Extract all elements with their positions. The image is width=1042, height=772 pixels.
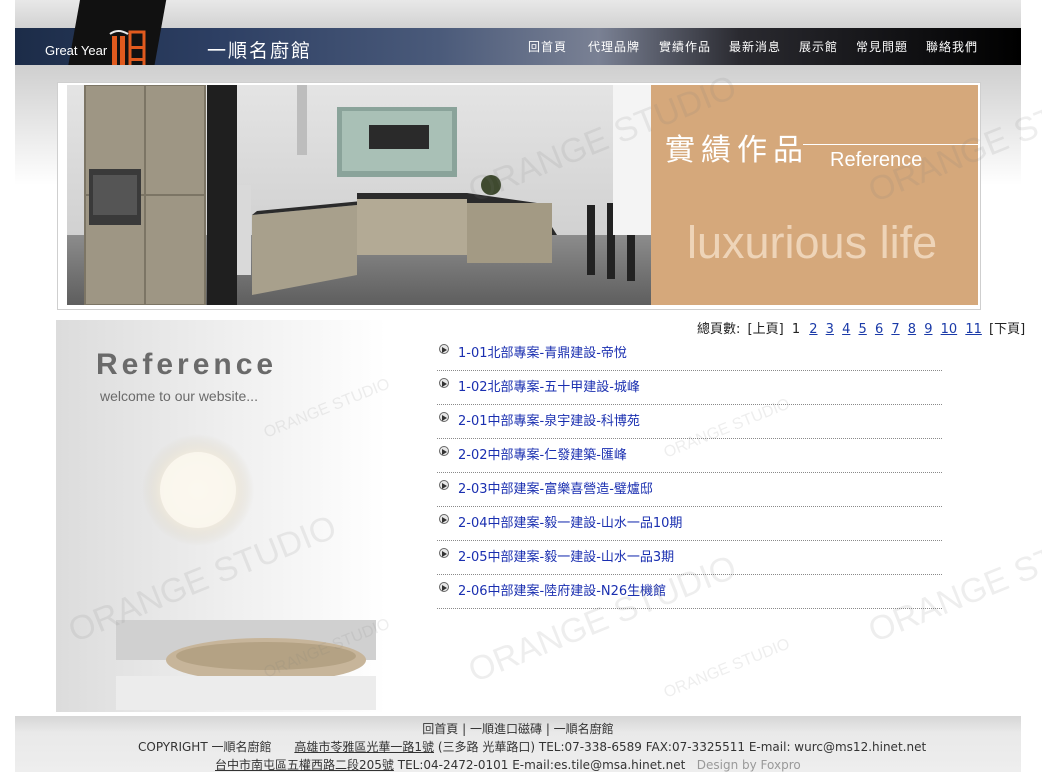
pagination-page[interactable]: 7 — [891, 322, 899, 337]
pagination: 總頁數: [上頁] 1 2 3 4 5 6 7 8 9 10 11 [下頁] — [697, 318, 1026, 337]
footer-contact-1: TEL:07-338-6589 FAX:07-3325511 E-mail: w… — [538, 740, 927, 754]
pagination-page[interactable]: 5 — [859, 322, 867, 337]
footer-link-tiles[interactable]: 一順進口磁磚 — [470, 722, 542, 736]
project-link[interactable]: 2-04中部建案-毅一建設-山水一品10期 — [458, 512, 682, 531]
banner-divider — [803, 144, 978, 145]
footer-link-home[interactable]: 回首頁 — [422, 722, 458, 736]
pagination-page[interactable]: 10 — [941, 322, 958, 337]
brand-zh-title[interactable]: 一順名廚館 — [207, 36, 312, 63]
arrow-right-icon — [439, 582, 449, 592]
bowl-image — [116, 620, 376, 710]
footer-copyright: COPYRIGHT 一順名廚館 — [138, 740, 272, 754]
list-item[interactable]: 1-01北部專案-青鼎建設-帝悅 — [437, 337, 942, 371]
pagination-page[interactable]: 4 — [842, 322, 850, 337]
pagination-prev[interactable]: [上頁] — [748, 322, 784, 337]
project-link[interactable]: 1-01北部專案-青鼎建設-帝悅 — [458, 342, 627, 361]
arrow-right-icon — [439, 344, 449, 354]
page: Great Year 一順名廚館 回首頁 代理品牌 實績作品 最新消息 展示館 … — [0, 0, 1042, 772]
list-item[interactable]: 2-06中部建案-陸府建設-N26生機館 — [437, 575, 942, 609]
arrow-right-icon — [439, 480, 449, 490]
footer-design-credit: Design by Foxpro — [696, 758, 801, 772]
project-link[interactable]: 2-06中部建案-陸府建設-N26生機館 — [458, 580, 666, 599]
pagination-page[interactable]: 2 — [809, 322, 817, 337]
banner-title-zh: 實績作品 — [665, 133, 809, 168]
footer-address-2[interactable]: 台中市南屯區五權西路二段205號 — [215, 758, 394, 772]
footer-contact-2: TEL:04-2472-0101 E-mail:es.tile@msa.hine… — [397, 758, 686, 772]
arrow-right-icon — [439, 548, 449, 558]
watermark: ORANGE STUDIO — [661, 635, 793, 702]
footer-line-2: 台中市南屯區五權西路二段205號 TEL:04-2472-0101 E-mail… — [215, 756, 801, 772]
footer-address-1[interactable]: 高雄市苓雅區光華一路1號 — [294, 740, 434, 754]
footer-link-kitchen[interactable]: 一順名廚館 — [554, 722, 614, 736]
pagination-page[interactable]: 3 — [826, 322, 834, 337]
pagination-current: 1 — [791, 322, 801, 337]
reference-subtitle: welcome to our website... — [100, 388, 258, 404]
project-list: 1-01北部專案-青鼎建設-帝悅 1-02北部專案-五十甲建設-城峰 2-01中… — [437, 337, 942, 609]
project-link[interactable]: 2-05中部建案-毅一建設-山水一品3期 — [458, 546, 674, 565]
arrow-right-icon — [439, 378, 449, 388]
nav-brands[interactable]: 代理品牌 — [588, 38, 640, 55]
list-item[interactable]: 2-04中部建案-毅一建設-山水一品10期 — [437, 507, 942, 541]
list-item[interactable]: 2-02中部專案-仁發建築-匯峰 — [437, 439, 942, 473]
pagination-page[interactable]: 11 — [965, 322, 982, 337]
top-band — [15, 0, 1021, 28]
pagination-page[interactable]: 9 — [924, 322, 932, 337]
footer-address-1-note: (三多路 光華路口) — [437, 740, 536, 754]
pagination-next[interactable]: [下頁] — [989, 322, 1025, 337]
project-link[interactable]: 2-01中部專案-泉宇建設-科博苑 — [458, 410, 640, 429]
project-link[interactable]: 2-02中部專案-仁發建築-匯峰 — [458, 444, 627, 463]
arrow-right-icon — [439, 412, 449, 422]
nav-showroom[interactable]: 展示館 — [799, 38, 838, 55]
nav-contact[interactable]: 聯絡我們 — [926, 38, 978, 55]
list-item[interactable]: 2-05中部建案-毅一建設-山水一品3期 — [437, 541, 942, 575]
site-footer: 回首頁 | 一順進口磁磚 | 一順名廚館 COPYRIGHT 一順名廚館 高雄市… — [15, 716, 1021, 772]
brand-en-logo-text[interactable]: Great Year — [45, 43, 107, 58]
list-item[interactable]: 2-03中部建案-富樂喜營造-璧爐邸 — [437, 473, 942, 507]
project-link[interactable]: 2-03中部建案-富樂喜營造-璧爐邸 — [458, 478, 653, 497]
nav-faq[interactable]: 常見問題 — [856, 38, 908, 55]
pagination-page[interactable]: 8 — [908, 322, 916, 337]
list-item[interactable]: 2-01中部專案-泉宇建設-科博苑 — [437, 405, 942, 439]
pagination-page[interactable]: 6 — [875, 322, 883, 337]
pagination-label: 總頁數: — [697, 322, 741, 337]
nav-works[interactable]: 實績作品 — [659, 38, 711, 55]
footer-links: 回首頁 | 一順進口磁磚 | 一順名廚館 — [422, 722, 614, 736]
banner-title-en: Reference — [830, 149, 923, 171]
arrow-right-icon — [439, 446, 449, 456]
pendant-lamp-image — [142, 434, 254, 546]
kitchen-photo — [67, 85, 651, 305]
list-item[interactable]: 1-02北部專案-五十甲建設-城峰 — [437, 371, 942, 405]
nav-news[interactable]: 最新消息 — [729, 38, 781, 55]
reference-side-panel: Reference welcome to our website... — [56, 320, 386, 712]
project-link[interactable]: 1-02北部專案-五十甲建設-城峰 — [458, 376, 640, 395]
footer-line-1: COPYRIGHT 一順名廚館 高雄市苓雅區光華一路1號 (三多路 光華路口) … — [138, 738, 926, 755]
nav-home[interactable]: 回首頁 — [528, 38, 567, 55]
banner-tagline: luxurious life — [687, 217, 938, 268]
reference-title: Reference — [96, 348, 278, 381]
banner-title-panel: 實績作品 Reference luxurious life — [651, 85, 978, 305]
arrow-right-icon — [439, 514, 449, 524]
